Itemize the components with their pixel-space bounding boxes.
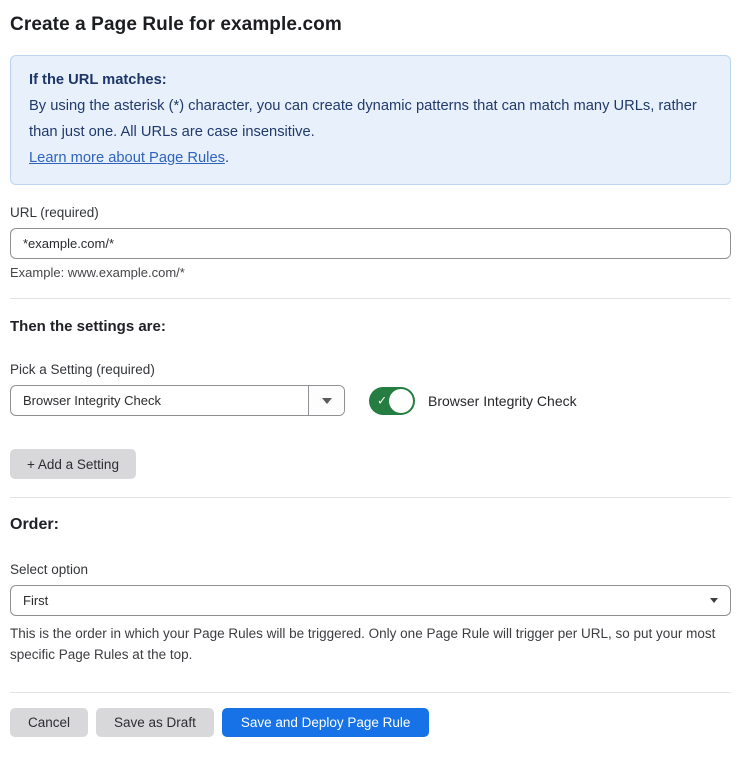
cancel-button[interactable]: Cancel [10, 708, 88, 737]
footer-actions: Cancel Save as Draft Save and Deploy Pag… [10, 708, 731, 737]
settings-heading: Then the settings are: [10, 318, 731, 335]
setting-dropdown-arrow-button[interactable] [308, 386, 344, 415]
url-section: URL (required) Example: www.example.com/… [10, 205, 731, 280]
order-select[interactable]: First [10, 585, 731, 616]
divider [10, 692, 731, 693]
chevron-down-icon [710, 598, 718, 603]
save-as-draft-button[interactable]: Save as Draft [96, 708, 214, 737]
link-period: . [225, 150, 229, 166]
chevron-down-icon [322, 398, 332, 404]
url-field-label: URL (required) [10, 205, 731, 220]
order-helper-text: This is the order in which your Page Rul… [10, 623, 731, 665]
save-and-deploy-button[interactable]: Save and Deploy Page Rule [222, 708, 430, 737]
toggle-label: Browser Integrity Check [428, 393, 577, 409]
info-box-link-row: Learn more about Page Rules. [29, 145, 712, 171]
setting-row: Browser Integrity Check ✓ Browser Integr… [10, 385, 731, 416]
setting-dropdown-value: Browser Integrity Check [11, 386, 308, 415]
url-example-helper: Example: www.example.com/* [10, 265, 731, 280]
page-title: Create a Page Rule for example.com [10, 14, 731, 36]
check-icon: ✓ [377, 393, 387, 407]
url-input[interactable] [10, 228, 731, 259]
url-match-info-box: If the URL matches: By using the asteris… [10, 55, 731, 185]
order-heading: Order: [10, 516, 731, 534]
browser-integrity-toggle[interactable]: ✓ [369, 387, 415, 415]
order-select-value: First [23, 593, 48, 608]
add-setting-button[interactable]: + Add a Setting [10, 449, 136, 479]
setting-toggle-group: ✓ Browser Integrity Check [369, 387, 577, 415]
order-select-label: Select option [10, 562, 731, 577]
pick-setting-label: Pick a Setting (required) [10, 362, 731, 377]
info-box-heading: If the URL matches: [29, 67, 712, 93]
divider [10, 298, 731, 299]
setting-dropdown[interactable]: Browser Integrity Check [10, 385, 345, 416]
divider [10, 497, 731, 498]
info-box-body: By using the asterisk (*) character, you… [29, 93, 712, 145]
learn-more-link[interactable]: Learn more about Page Rules [29, 150, 225, 166]
create-page-rule-form: Create a Page Rule for example.com If th… [0, 0, 750, 777]
toggle-knob [389, 389, 413, 413]
